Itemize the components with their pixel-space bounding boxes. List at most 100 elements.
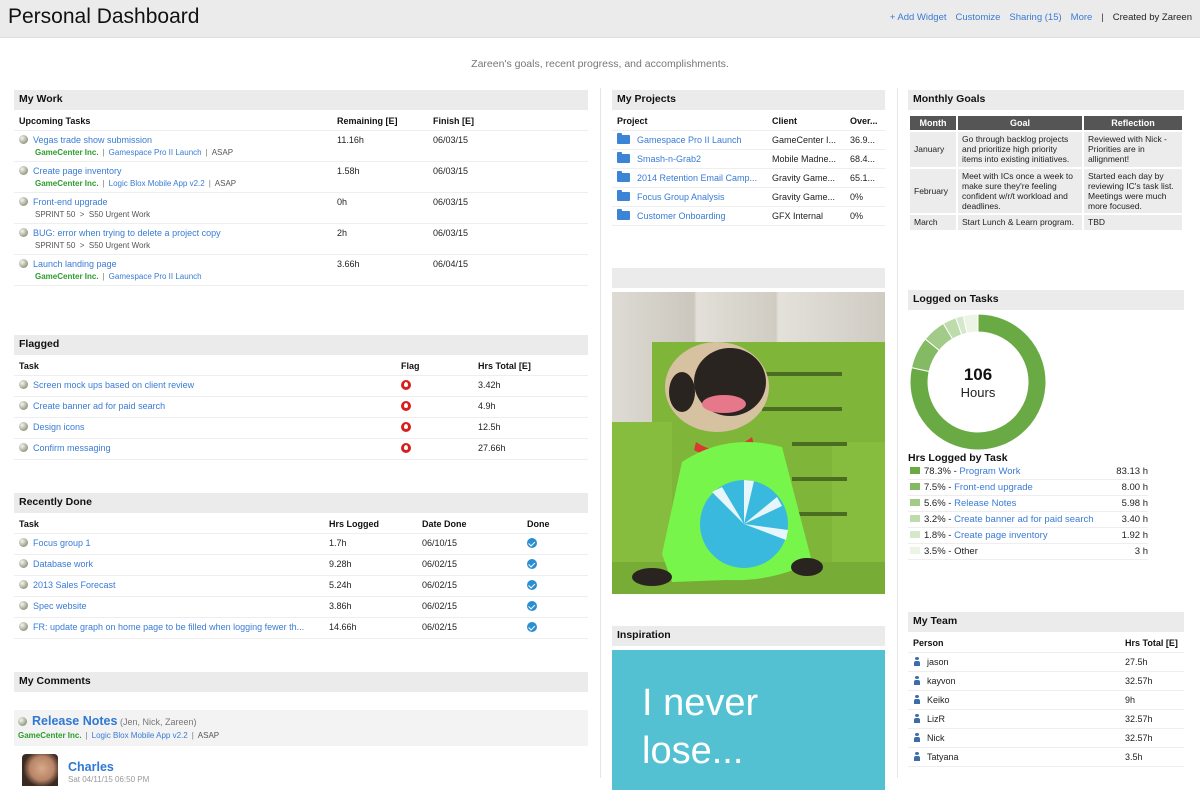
client-name: GameCenter Inc. [18,731,82,740]
flame-flag-icon[interactable] [401,401,411,411]
legend-task-label[interactable]: Front-end upgrade [954,482,1033,493]
task-link[interactable]: Confirm messaging [33,443,111,453]
project-row: 2014 Retention Email Camp... Gravity Game… [612,168,885,188]
comment-task-link[interactable]: Release Notes [32,714,117,728]
status-bullet-icon [19,380,28,389]
priority: ASAP [197,731,220,740]
checkmark-icon[interactable] [527,622,537,632]
checkmark-icon[interactable] [527,538,537,548]
finish-date: 06/03/15 [428,130,588,162]
flagged-row: Confirm messaging 27.66h [14,438,588,460]
column-header: Person [908,632,1120,653]
task-link[interactable]: Design icons [33,422,85,432]
task-cell: FR: update graph on home page to be fill… [14,617,324,639]
flagged-row: Screen mock ups based on client review 3.… [14,375,588,397]
project-link[interactable]: 2014 Retention Email Camp... [637,173,757,183]
sharing-link[interactable]: Sharing (15) [1009,12,1061,23]
comment-author-name[interactable]: Charles [68,760,149,774]
legend-task-label[interactable]: Create page inventory [954,530,1047,541]
legend-row: 7.5% - Front-end upgrade 8.00 h [908,479,1148,496]
date-done: 06/02/15 [417,617,522,639]
person-name[interactable]: jason [927,657,949,667]
comment-participants: (Jen, Nick, Zareen) [119,717,197,727]
legend-swatch [910,483,920,490]
pug-photo [612,292,885,594]
project-link[interactable]: Customer Onboarding [637,211,726,221]
task-cell: Confirm messaging [14,438,396,460]
sprint-path: SPRINT 50 > S50 Urgent Work [35,210,151,219]
person-name[interactable]: Nick [927,733,945,743]
flame-flag-icon[interactable] [401,380,411,390]
priority: ASAP [214,179,237,188]
project-link[interactable]: Smash-n-Grab2 [637,154,701,164]
task-link[interactable]: Screen mock ups based on client review [33,380,194,390]
task-cell: Front-end upgrade SPRINT 50 > S50 Urgent … [14,192,332,224]
task-link[interactable]: FR: update graph on home page to be fill… [33,622,304,632]
task-link[interactable]: Focus group 1 [33,538,91,548]
folder-icon [617,133,630,144]
project-link[interactable]: Logic Blox Mobile App v2.2 [109,179,205,188]
checkmark-icon[interactable] [527,559,537,569]
column-header: Flag [396,355,473,376]
done-cell [522,596,588,618]
meta-separator: | [208,179,211,188]
column-header: Hrs Total [E] [473,355,588,376]
project-link[interactable]: Gamespace Pro II Launch [109,148,202,157]
client-name: GFX Internal [767,206,845,226]
task-link[interactable]: Launch landing page [33,259,117,269]
legend-task-label[interactable]: Program Work [959,466,1020,477]
inspiration-quote: I never lose... [612,650,885,790]
project-link[interactable]: Gamespace Pro II Launch [109,272,202,281]
project-cell: Customer Onboarding [612,206,767,226]
project-link[interactable]: Logic Blox Mobile App v2.2 [92,731,188,740]
column-header: Over... [845,110,885,131]
project-link[interactable]: Focus Group Analysis [637,192,725,202]
person-name[interactable]: LizR [927,714,945,724]
task-link[interactable]: Create page inventory [33,166,122,176]
client-name: GameCenter Inc. [35,179,99,188]
dashboard-subtitle: Zareen's goals, recent progress, and acc… [471,58,729,70]
status-bullet-icon [19,538,28,547]
person-name[interactable]: Keiko [927,695,950,705]
finish-date: 06/03/15 [428,161,588,193]
flame-flag-icon[interactable] [401,443,411,453]
goal-reflection: Reviewed with Nick - Priorities are in a… [1084,132,1182,167]
task-link[interactable]: Create banner ad for paid search [33,401,165,411]
task-link[interactable]: 2013 Sales Forecast [33,580,116,590]
project-row: Focus Group Analysis Gravity Game... 0% [612,187,885,207]
comment-date: Sat 04/11/15 06:50 PM [68,775,150,784]
legend-task-label[interactable]: Release Notes [954,498,1016,509]
person-name[interactable]: Tatyana [927,752,959,762]
checkmark-icon[interactable] [527,601,537,611]
goal-month: March [910,215,956,230]
add-widget-link[interactable]: + Add Widget [890,12,947,23]
my-team-table: Person Hrs Total [E] jason 27.5h kayvon 32.… [908,632,1184,767]
goal-row: January Go through backlog projects and p… [910,132,1182,167]
task-link[interactable]: BUG: error when trying to delete a proje… [33,228,221,238]
checkmark-icon[interactable] [527,580,537,590]
column-header: Task [14,355,396,376]
client-name: GameCenter Inc. [35,148,99,157]
overall-progress: 0% [845,206,885,226]
legend-task-label[interactable]: Create banner ad for paid search [954,514,1093,525]
project-link[interactable]: Gamespace Pro II Launch [637,135,742,145]
task-link[interactable]: Database work [33,559,93,569]
flag-cell [396,396,473,418]
header-actions: + Add Widget Customize Sharing (15) More… [890,12,1192,23]
task-link[interactable]: Front-end upgrade [33,197,108,207]
team-member-row: LizR 32.57h [908,709,1184,729]
person-icon [914,676,920,685]
task-link[interactable]: Vegas trade show submission [33,135,152,145]
goal-text: Go through backlog projects and prioriti… [958,132,1082,167]
person-name[interactable]: kayvon [927,676,956,686]
task-link[interactable]: Spec website [33,601,87,611]
flame-flag-icon[interactable] [401,422,411,432]
more-link[interactable]: More [1071,12,1093,23]
column-divider [600,88,601,778]
meta-separator: | [205,148,208,157]
flag-cell [396,375,473,397]
customize-link[interactable]: Customize [956,12,1001,23]
client-name: Gravity Game... [767,187,845,207]
legend-label-cell: 5.6% - Release Notes [908,495,1113,512]
logged-on-tasks-widget: Logged on Tasks 106 Hours Hrs Logged by … [908,290,1184,560]
